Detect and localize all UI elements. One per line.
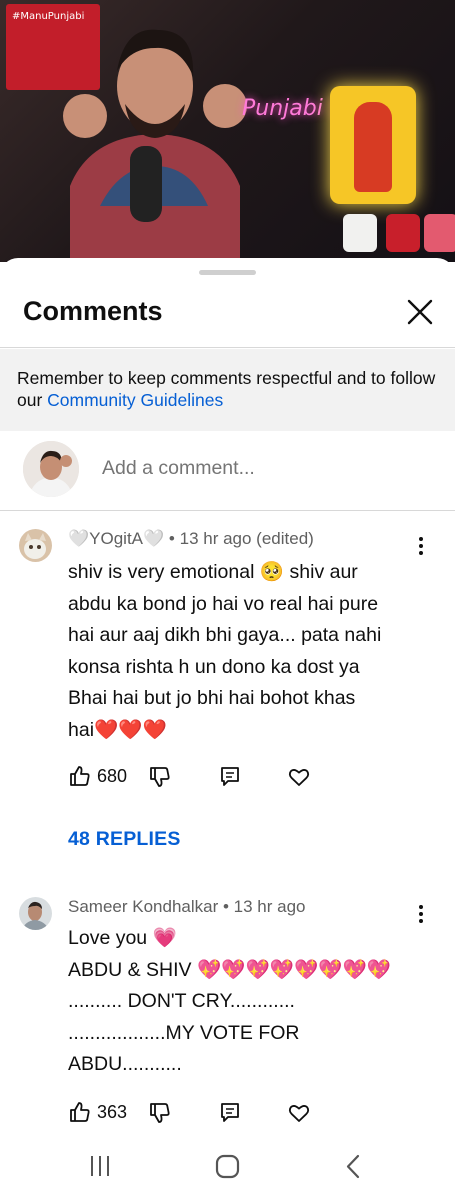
comment-line: .......... DON'T CRY............	[68, 990, 295, 1012]
comment-line: ..................MY VOTE FOR	[68, 1021, 300, 1044]
like-button[interactable]: 680	[68, 764, 127, 788]
divider	[0, 347, 455, 348]
recent-apps-icon[interactable]	[88, 1154, 112, 1178]
more-vert-icon[interactable]	[412, 535, 430, 557]
comment-author-avatar[interactable]	[19, 897, 52, 930]
video-player[interactable]: #ManuPunjabi Punjabi Show	[0, 0, 455, 262]
drag-handle[interactable]	[199, 270, 256, 275]
comment-line: Bhai hai but jo bhi hai bohot khas	[68, 687, 356, 709]
playing-card-decor	[330, 86, 416, 204]
comment-author-avatar[interactable]	[19, 529, 52, 562]
reply-icon[interactable]	[219, 1101, 241, 1123]
thumbs-down-icon[interactable]	[148, 1101, 172, 1125]
comment-line: ABDU & SHIV 💖💖💖💖💖💖💖💖	[68, 958, 392, 981]
back-icon[interactable]	[344, 1154, 362, 1179]
guidelines-notice: Remember to keep comments respectful and…	[0, 349, 455, 431]
reply-icon[interactable]	[219, 765, 241, 787]
comment-line: konsa rishta h un dono ka dost ya	[68, 655, 360, 678]
comment-meta: 🤍YOgitA🤍 • 13 hr ago (edited)	[68, 529, 314, 548]
like-count: 680	[97, 765, 128, 786]
candle	[424, 214, 455, 252]
video-person-image	[63, 29, 247, 262]
comment-time: 13 hr ago (edited)	[179, 529, 314, 548]
comment-author[interactable]: 🤍YOgitA🤍	[68, 529, 164, 548]
system-nav-bar	[0, 1138, 455, 1200]
like-count: 363	[97, 1101, 128, 1122]
comment-author[interactable]: Sameer Kondhalkar	[68, 897, 218, 916]
close-icon[interactable]	[404, 296, 436, 328]
candle	[343, 214, 377, 252]
thumbs-down-icon[interactable]	[148, 765, 172, 789]
view-replies-button[interactable]: 48 REPLIES	[68, 828, 181, 851]
comment-line: hai aur aaj dikh bhi gaya... pata nahi	[68, 624, 382, 646]
add-comment-input[interactable]	[102, 457, 402, 480]
home-icon[interactable]	[215, 1154, 240, 1179]
comment-line: shiv is very emotional 🥺 shiv aur	[68, 561, 358, 583]
comment-text: Love you 💗 ABDU & SHIV 💖💖💖💖💖💖💖💖 ........…	[68, 923, 428, 1081]
user-avatar[interactable]	[23, 441, 79, 497]
like-button[interactable]: 363	[68, 1100, 127, 1124]
thumbs-up-icon	[70, 766, 90, 786]
comment-line: Love you 💗	[68, 927, 177, 949]
thumbs-up-icon	[70, 1102, 90, 1122]
comment-meta: Sameer Kondhalkar • 13 hr ago	[68, 897, 306, 916]
divider	[0, 510, 455, 511]
comment-line: hai❤️❤️❤️	[68, 718, 167, 741]
microphone	[130, 146, 162, 222]
heart-icon[interactable]	[287, 1101, 311, 1125]
more-vert-icon[interactable]	[412, 903, 430, 925]
community-guidelines-link[interactable]: Community Guidelines	[47, 390, 223, 410]
candle	[386, 214, 420, 252]
panel-title: Comments	[23, 296, 163, 326]
heart-icon[interactable]	[287, 765, 311, 789]
comment-text: shiv is very emotional 🥺 shiv aur abdu k…	[68, 557, 428, 746]
comment-line: abdu ka bond jo hai vo real hai pure	[68, 592, 379, 615]
comment-line: ABDU...........	[68, 1053, 182, 1075]
comment-time: 13 hr ago	[233, 897, 306, 916]
